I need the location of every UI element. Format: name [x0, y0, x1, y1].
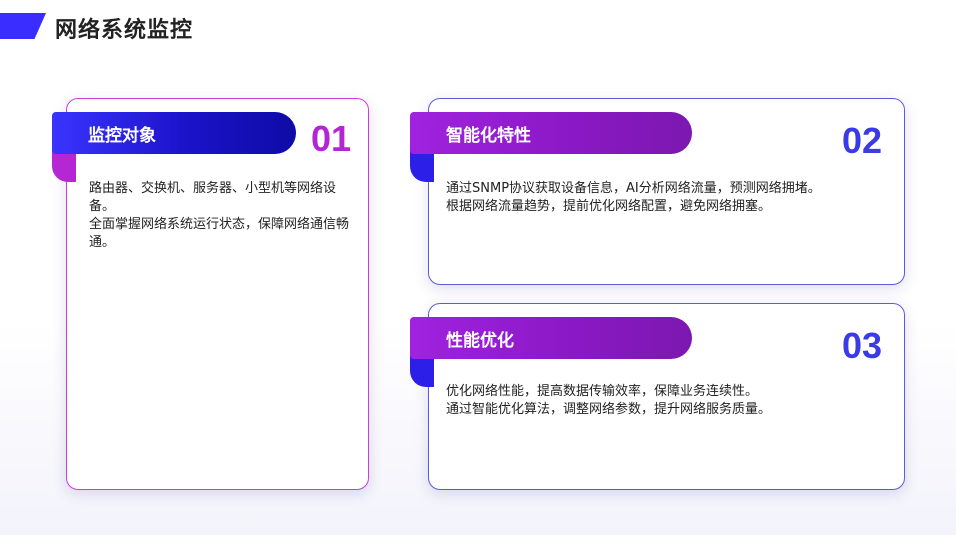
title-accent-shape [0, 13, 46, 39]
card-1-number: 01 [311, 118, 352, 159]
card-2-heading-label: 智能化特性 [446, 125, 531, 146]
card-3-heading-label: 性能优化 [446, 330, 514, 351]
card-2-line-2: 根据网络流量趋势，提前优化网络配置，避免网络拥塞。 [446, 199, 772, 214]
card-3-line-1: 优化网络性能，提高数据传输效率，保障业务连续性。 [446, 384, 759, 399]
card-3-heading: 性能优化 [410, 317, 692, 359]
card-1-line-2: 全面掌握网络系统运行状态，保障网络通信畅通。 [89, 217, 350, 250]
card-2-heading: 智能化特性 [410, 112, 692, 154]
card-1-heading: 监控对象 [52, 112, 296, 154]
card-1-body: 路由器、交换机、服务器、小型机等网络设备。 全面掌握网络系统运行状态，保障网络通… [89, 180, 351, 252]
card-1-heading-label: 监控对象 [88, 125, 156, 146]
card-2-number: 02 [842, 120, 883, 161]
card-2-line-1: 通过SNMP协议获取设备信息，AI分析网络流量，预测网络拥堵。 [446, 181, 821, 196]
card-1-line-1: 路由器、交换机、服务器、小型机等网络设备。 [89, 181, 337, 214]
card-2-body: 通过SNMP协议获取设备信息，AI分析网络流量，预测网络拥堵。 根据网络流量趋势… [446, 180, 886, 216]
card-3-line-2: 通过智能优化算法，调整网络参数，提升网络服务质量。 [446, 402, 772, 417]
card-3-number: 03 [842, 325, 883, 366]
page-title: 网络系统监控 [55, 18, 194, 43]
card-3-body: 优化网络性能，提高数据传输效率，保障业务连续性。 通过智能优化算法，调整网络参数… [446, 383, 886, 419]
